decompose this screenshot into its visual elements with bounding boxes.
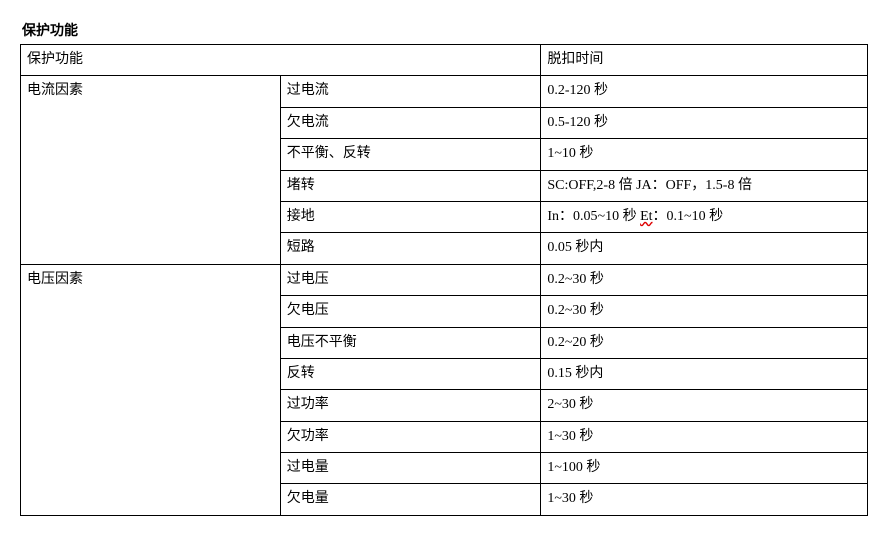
header-left: 保护功能 (21, 45, 541, 76)
value-cell: 0.2~30 秒 (541, 296, 868, 327)
subitem-cell: 不平衡、反转 (280, 139, 541, 170)
page-title: 保护功能 (20, 20, 868, 40)
subitem-cell: 过电量 (280, 453, 541, 484)
subitem-cell: 欠功率 (280, 421, 541, 452)
value-cell: 0.2~30 秒 (541, 264, 868, 295)
spellcheck-mark: Et (640, 209, 652, 224)
subitem-cell: 堵转 (280, 170, 541, 201)
value-cell: 0.2~20 秒 (541, 327, 868, 358)
protection-table: 保护功能脱扣时间电流因素过电流0.2-120 秒欠电流0.5-120 秒不平衡、… (20, 44, 868, 516)
subitem-cell: 反转 (280, 358, 541, 389)
table-row: 电压因素过电压0.2~30 秒 (21, 264, 868, 295)
value-cell: 0.5-120 秒 (541, 107, 868, 138)
table-row: 电流因素过电流0.2-120 秒 (21, 76, 868, 107)
value-cell: 2~30 秒 (541, 390, 868, 421)
subitem-cell: 过电压 (280, 264, 541, 295)
value-cell: 0.15 秒内 (541, 358, 868, 389)
category-cell: 电压因素 (21, 264, 281, 515)
value-cell: 1~10 秒 (541, 139, 868, 170)
category-cell: 电流因素 (21, 76, 281, 264)
subitem-cell: 电压不平衡 (280, 327, 541, 358)
subitem-cell: 欠电流 (280, 107, 541, 138)
value-cell: 0.2-120 秒 (541, 76, 868, 107)
value-cell: 1~30 秒 (541, 484, 868, 515)
header-right: 脱扣时间 (541, 45, 868, 76)
value-cell: 0.05 秒内 (541, 233, 868, 264)
subitem-cell: 欠电压 (280, 296, 541, 327)
subitem-cell: 过电流 (280, 76, 541, 107)
subitem-cell: 欠电量 (280, 484, 541, 515)
value-cell: 1~30 秒 (541, 421, 868, 452)
subitem-cell: 接地 (280, 201, 541, 232)
subitem-cell: 过功率 (280, 390, 541, 421)
value-cell: In：0.05~10 秒 Et：0.1~10 秒 (541, 201, 868, 232)
subitem-cell: 短路 (280, 233, 541, 264)
value-cell: SC:OFF,2-8 倍 JA：OFF，1.5-8 倍 (541, 170, 868, 201)
value-cell: 1~100 秒 (541, 453, 868, 484)
